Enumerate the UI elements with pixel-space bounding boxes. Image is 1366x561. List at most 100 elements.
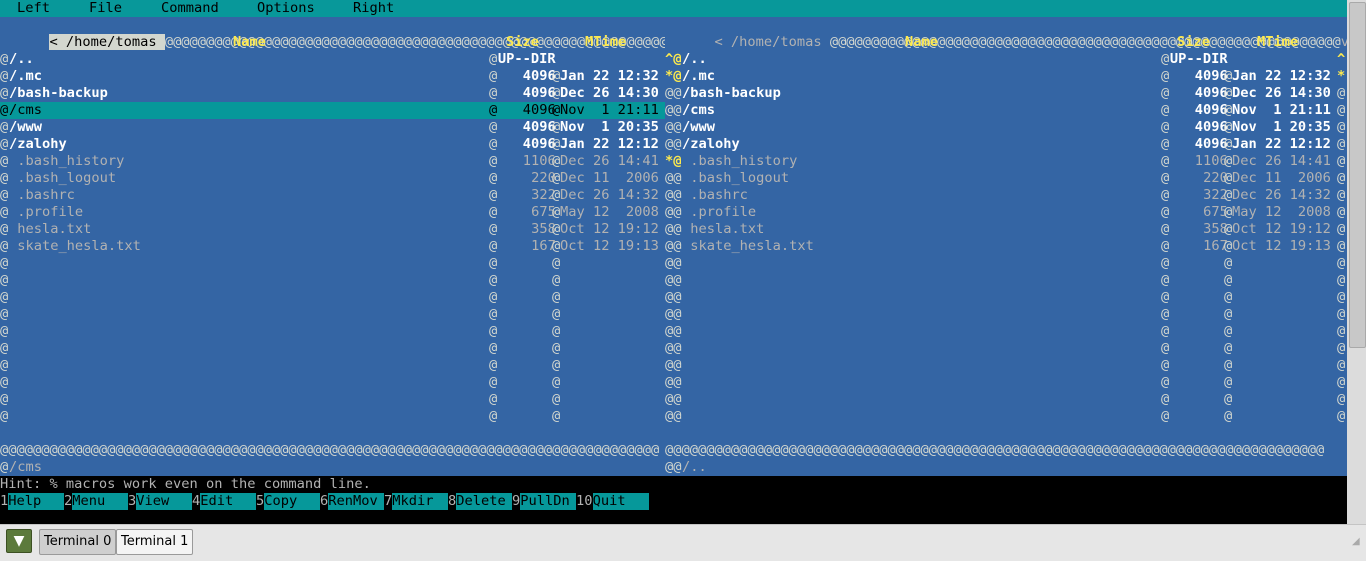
entry-mtime: Nov 1 21:11 [560,102,659,118]
fkey-edit-button[interactable]: Edit [200,493,257,510]
entry-name: .bashrc [682,187,748,203]
left-panel-row[interactable]: @ @ .profile 675 @ May 12 2008 [0,204,665,221]
tab-terminal-0[interactable]: Terminal 0 [39,529,117,555]
entry-mtime: Nov 1 20:35 [1232,119,1331,135]
entry-mtime: Nov 1 20:35 [560,119,659,135]
entry-size: UP--DIR [1169,51,1228,67]
left-panel-row[interactable]: @ @ skate_hesla.txt 167 @ Oct 12 19:13 [0,238,665,255]
entry-mtime: May 12 2008 [1232,204,1331,220]
left-panel-row[interactable]: @ @/.mc 4096 @ Jan 22 12:32 [0,68,665,85]
left-panel-row[interactable]: @ @/zalohy 4096 @ Jan 22 12:12 [0,136,665,153]
menu-left[interactable]: Left [17,0,50,17]
entry-name: hesla.txt [9,221,92,237]
fkey-pulldn-button[interactable]: PullDn [520,493,577,510]
right-panel-path[interactable]: < /home/tomas [714,34,829,50]
right-col-mtime[interactable]: MTime [1257,34,1298,51]
entry-name: .profile [9,204,84,220]
menu-command[interactable]: Command [161,0,219,17]
fkey-mkdir-button[interactable]: Mkdir [392,493,449,510]
entry-mtime: Dec 26 14:41 [560,153,659,169]
menu-file[interactable]: File [89,0,122,17]
menu-right[interactable]: Right [353,0,394,17]
left-panel-row[interactable]: @ @/bash-backup 4096 @ Dec 26 14:30 [0,85,665,102]
left-panel-row[interactable]: @ @/.. UP--DIR [0,51,665,68]
right-panel-row[interactable]: @@ @/zalohy 4096 @ Jan 22 12:12 @ [665,136,1347,153]
entry-name: .bashrc [9,187,75,203]
fkey-number: 6 [320,493,329,509]
right-panel-row[interactable]: ^@ @/.. UP--DIR ^ [665,51,1347,68]
entry-mtime: Dec 26 14:30 [1232,85,1331,101]
entry-name: /.. [9,51,34,67]
right-panel-empty-row: @@ @ @ @ [665,289,1346,305]
entry-name: /www [9,119,42,135]
right-panel-row[interactable]: @@ @ hesla.txt 358 @ Oct 12 19:12 @ [665,221,1347,238]
left-col-size[interactable]: Size [506,34,539,51]
entry-size: UP--DIR [497,51,556,67]
left-panel-empty-row: @ @ @ [0,255,561,271]
entry-name: /.. [682,51,707,67]
fkey-help-button[interactable]: Help [8,493,65,510]
right-panel[interactable]: < /home/tomas @@@@@@@@@@@@@@@@@@@@@@@@@@… [665,17,1347,476]
right-panel-row[interactable]: @@ @ .profile 675 @ May 12 2008 @ [665,204,1347,221]
tab-terminal-1[interactable]: Terminal 1 [116,529,194,555]
right-panel-empty-row: @@ @ @ @ [665,272,1346,288]
entry-name: /bash-backup [9,85,108,101]
left-col-mtime[interactable]: MTime [585,34,626,51]
entry-mtime: Oct 12 19:12 [560,221,659,237]
fkey-renmov-button[interactable]: RenMov [328,493,385,510]
entry-name: .bash_history [682,153,798,169]
fkey-number: 4 [192,493,201,509]
left-panel-empty-row: @ @ @ [0,357,561,373]
entry-size: 4096 [1194,119,1228,135]
fkey-quit-button[interactable]: Quit [592,493,649,510]
right-panel-row[interactable]: *@ @/.mc 4096 @ Jan 22 12:32 * [665,68,1347,85]
right-panel-row[interactable]: @@ @/cms 4096 @ Nov 1 21:11 @ [665,102,1347,119]
right-col-name[interactable]: Name [905,34,938,51]
right-panel-row[interactable]: @@ @/www 4096 @ Nov 1 20:35 @ [665,119,1347,136]
fkey-menu-button[interactable]: Menu [72,493,129,510]
right-col-size[interactable]: Size [1177,34,1210,51]
entry-mtime: Dec 26 14:32 [1232,187,1331,203]
entry-name: hesla.txt [682,221,765,237]
entry-name: /.mc [682,68,715,84]
left-panel-row[interactable]: @ @ .bashrc 322 @ Dec 26 14:32 [0,187,665,204]
right-panel-row[interactable]: @@ @ .bash_logout 220 @ Dec 11 2006 @ [665,170,1347,187]
left-panel-row[interactable]: @ @/cms 4096 @ Nov 1 21:11 [0,102,665,119]
right-panel-empty-row: @@ @ @ @ [665,408,1346,424]
left-panel-row[interactable]: @ @ .bash_history 1106 @ Dec 26 14:41 [0,153,665,170]
fkey-delete-button[interactable]: Delete [456,493,513,510]
left-panel-row[interactable]: @ @ .bash_logout 220 @ Dec 11 2006 [0,170,665,187]
entry-mtime: Dec 11 2006 [1232,170,1331,186]
right-panel-row[interactable]: @@ @ skate_hesla.txt 167 @ Oct 12 19:13 @ [665,238,1347,255]
fkey-number: 3 [128,493,137,509]
left-panel-row[interactable]: @ @ hesla.txt 358 @ Oct 12 19:12 [0,221,665,238]
menu-options[interactable]: Options [257,0,315,17]
terminal-scrollbar[interactable] [1347,0,1366,524]
resize-grip-icon[interactable]: ◢ [1352,533,1364,547]
entry-size: 4096 [1194,102,1228,118]
entry-mtime: Dec 26 14:32 [560,187,659,203]
entry-mtime: Dec 26 14:41 [1232,153,1331,169]
entry-size: 4096 [1194,136,1228,152]
right-panel-row[interactable]: *@ @ .bash_history 1106 @ Dec 26 14:41 @ [665,153,1347,170]
entry-mtime: Nov 1 21:11 [1232,102,1331,118]
entry-mtime: Dec 11 2006 [560,170,659,186]
entry-name: /zalohy [9,136,67,152]
fkey-copy-button[interactable]: Copy [264,493,321,510]
left-panel-row[interactable]: @ @/www 4096 @ Nov 1 20:35 [0,119,665,136]
scrollbar-thumb[interactable] [1349,2,1366,348]
left-panel-empty-row: @ @ @ [0,408,561,424]
right-panel-row[interactable]: @@ @ .bashrc 322 @ Dec 26 14:32 @ [665,187,1347,204]
left-col-name[interactable]: Name [233,34,266,51]
entry-mtime: May 12 2008 [560,204,659,220]
fkey-number: 9 [512,493,521,509]
right-panel-row[interactable]: @@ @/bash-backup 4096 @ Dec 26 14:30 @ [665,85,1347,102]
left-panel[interactable]: < /home/tomas @@@@@@@@@@@@@@@@@@@@@@@@@@… [0,17,665,476]
right-panel-divider: @@@@@@@@@@@@@@@@@@@@@@@@@@@@@@@@@@@@@@@@… [665,442,1325,458]
terminal-app-icon[interactable]: ▼ [6,529,32,553]
terminal-window[interactable]: Left File Command Options Right < /home/… [0,0,1347,524]
entry-name: .profile [682,204,757,220]
hint-line[interactable]: Hint: % macros work even on the command … [0,476,1347,493]
left-panel-path[interactable]: < /home/tomas [49,34,165,50]
fkey-view-button[interactable]: View [136,493,193,510]
